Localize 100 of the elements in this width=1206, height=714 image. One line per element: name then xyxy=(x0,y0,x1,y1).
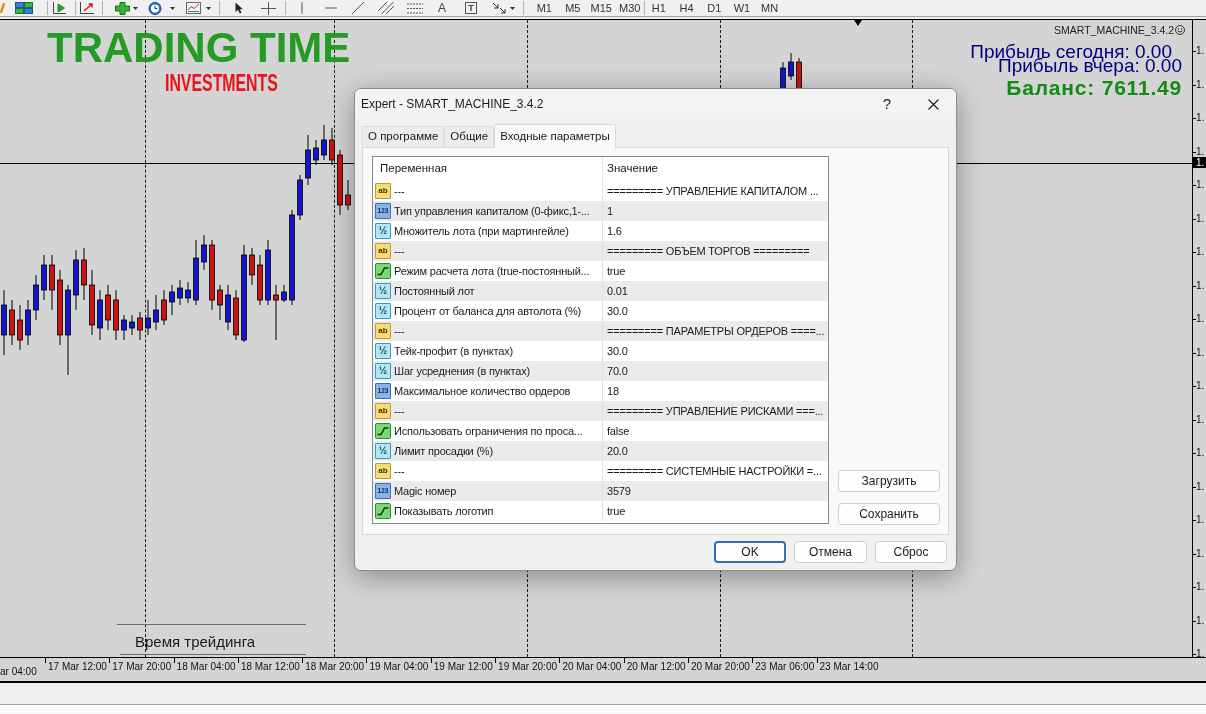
time-label: 20 Mar 04:00 xyxy=(562,661,622,673)
parameter-name: --- xyxy=(394,243,405,259)
price-label: 1. xyxy=(1196,145,1205,158)
brand-title: TRADING TIME xyxy=(47,27,351,69)
timeframe-button[interactable]: W1 xyxy=(728,1,756,15)
type-tag: ½ xyxy=(375,283,391,299)
parameter-name: Множитель лота (при мартингейле) xyxy=(394,223,569,239)
parameter-value[interactable]: ========= УПРАВЛЕНИЕ РИСКАМИ ===... xyxy=(607,402,824,420)
time-label: ar 04:00 xyxy=(0,666,37,678)
time-label: 18 Mar 20:00 xyxy=(305,661,365,673)
time-label: 18 Mar 12:00 xyxy=(240,661,300,673)
clock-icon[interactable] xyxy=(148,1,162,15)
timeframe-button[interactable]: M5 xyxy=(558,1,587,15)
price-label: 1. xyxy=(1196,246,1205,258)
step-chart-icon xyxy=(375,503,391,519)
window-tiles-icon[interactable] xyxy=(15,2,33,14)
column-header: Переменная xyxy=(380,161,448,177)
price-label: 1. xyxy=(1196,212,1205,225)
parameter-value[interactable]: 20.0 xyxy=(607,442,628,460)
type-tag: ab xyxy=(375,243,391,259)
type-tag: ab xyxy=(375,183,391,199)
step-chart-icon xyxy=(375,263,391,279)
tab[interactable]: О программе xyxy=(362,126,445,147)
type-tag: ab xyxy=(375,323,391,339)
timeframe-button[interactable]: M1 xyxy=(530,1,559,15)
parameter-value[interactable]: 70.0 xyxy=(607,362,628,380)
type-tag: ab xyxy=(375,463,391,479)
channel-icon[interactable] xyxy=(378,2,394,14)
reset-button[interactable]: Сброс xyxy=(875,541,947,563)
price-label: 1. xyxy=(1196,45,1205,57)
save-button[interactable]: Сохранить xyxy=(838,503,940,525)
caret-icon[interactable] xyxy=(133,6,138,10)
parameter-name: --- xyxy=(394,403,405,419)
parameter-value[interactable]: ========= УПРАВЛЕНИЕ КАПИТАЛОМ ... xyxy=(607,182,819,200)
ok-button[interactable]: OK xyxy=(714,541,786,563)
parameter-name: --- xyxy=(394,183,405,199)
parameter-value[interactable]: 30.0 xyxy=(607,342,628,360)
timeframe-button[interactable]: H4 xyxy=(672,1,701,15)
type-tag: ½ xyxy=(375,343,391,359)
dashed-levels-icon[interactable] xyxy=(407,2,423,14)
parameter-name: Режим расчета лота (true-постоянный... xyxy=(394,263,590,279)
price-label: 1. xyxy=(1196,112,1205,124)
parameter-name: Лимит просадки (%) xyxy=(394,443,493,459)
load-button[interactable]: Загрузить xyxy=(838,470,940,492)
trend-line-icon[interactable] xyxy=(352,2,364,14)
timeframe-button[interactable]: MN xyxy=(755,1,784,15)
parameter-name: Процент от баланса для автолота (%) xyxy=(394,303,581,319)
parameter-value[interactable]: 18 xyxy=(607,382,619,400)
cancel-button[interactable]: Отмена xyxy=(794,541,867,563)
dialog-title: Expert - SMART_MACHINE_3.4.2 xyxy=(361,96,544,113)
chart-window-icon[interactable] xyxy=(186,2,201,14)
session-label: Время трейдинга xyxy=(135,633,256,651)
parameter-value[interactable]: 0.01 xyxy=(607,282,628,300)
timeframe-button[interactable]: H1 xyxy=(645,1,673,15)
type-tag: ½ xyxy=(375,443,391,459)
time-label: 17 Mar 20:00 xyxy=(112,661,172,673)
price-label: 1. xyxy=(1196,380,1205,392)
type-tag: ab xyxy=(375,403,391,419)
text-label-tool[interactable]: T xyxy=(465,2,477,14)
account-info-text: Баланс: 7611.49 xyxy=(1006,81,1182,95)
price-label: 1. xyxy=(1196,179,1205,191)
crosshair-icon[interactable] xyxy=(261,1,276,15)
tab[interactable]: Общие xyxy=(444,126,495,147)
parameter-value[interactable]: ========= СИСТЕМНЫЕ НАСТРОЙКИ =... xyxy=(607,462,822,480)
parameter-name: Шаг усреднения (в пунктах) xyxy=(394,363,530,379)
parameter-name: --- xyxy=(394,323,405,339)
chart-arrow-icon[interactable] xyxy=(80,2,94,14)
chart-play-icon[interactable] xyxy=(53,2,66,14)
timeframe-button[interactable]: D1 xyxy=(700,1,729,15)
parameter-value[interactable]: true xyxy=(607,262,626,280)
caret-icon[interactable] xyxy=(170,6,175,10)
parameter-name: Максимальное количество ордеров xyxy=(394,383,571,399)
plus-icon[interactable] xyxy=(115,1,130,15)
parameter-name: Тейк-профит (в пунктах) xyxy=(394,343,513,359)
parameter-value[interactable]: 3579 xyxy=(607,482,631,500)
caret-icon[interactable] xyxy=(206,6,211,10)
type-tag: ½ xyxy=(375,363,391,379)
parameter-value[interactable]: true xyxy=(607,502,626,520)
current-price-label: 1. xyxy=(1193,157,1206,168)
timeframe-button[interactable]: M15 xyxy=(587,1,616,15)
help-button[interactable]: ? xyxy=(864,89,910,119)
parameter-value[interactable]: ========= ОБЪЕМ ТОРГОВ ========= xyxy=(607,242,810,260)
caret-icon[interactable] xyxy=(510,6,515,10)
close-icon xyxy=(927,98,939,110)
time-label: 23 Mar 14:00 xyxy=(819,661,879,673)
arrows-icon[interactable] xyxy=(492,2,506,14)
timeframe-button[interactable]: M30 xyxy=(615,1,644,15)
text-tool[interactable]: A xyxy=(438,1,446,15)
price-label: 1. xyxy=(1196,480,1205,493)
parameter-value[interactable]: false xyxy=(607,422,630,440)
price-label: 1. xyxy=(1196,313,1205,325)
tab[interactable]: Входные параметры xyxy=(494,124,616,148)
price-label: 1. xyxy=(1196,514,1205,526)
parameter-value[interactable]: 1 xyxy=(607,202,613,220)
cursor-icon[interactable] xyxy=(235,2,243,14)
parameter-name: Тип управления капиталом (0-фикс,1-... xyxy=(394,203,590,219)
parameter-value[interactable]: 1.6 xyxy=(607,222,622,240)
type-tag: ½ xyxy=(375,303,391,319)
parameter-value[interactable]: 30.0 xyxy=(607,302,628,320)
parameter-value[interactable]: ========= ПАРАМЕТРЫ ОРДЕРОВ ====... xyxy=(607,322,825,340)
